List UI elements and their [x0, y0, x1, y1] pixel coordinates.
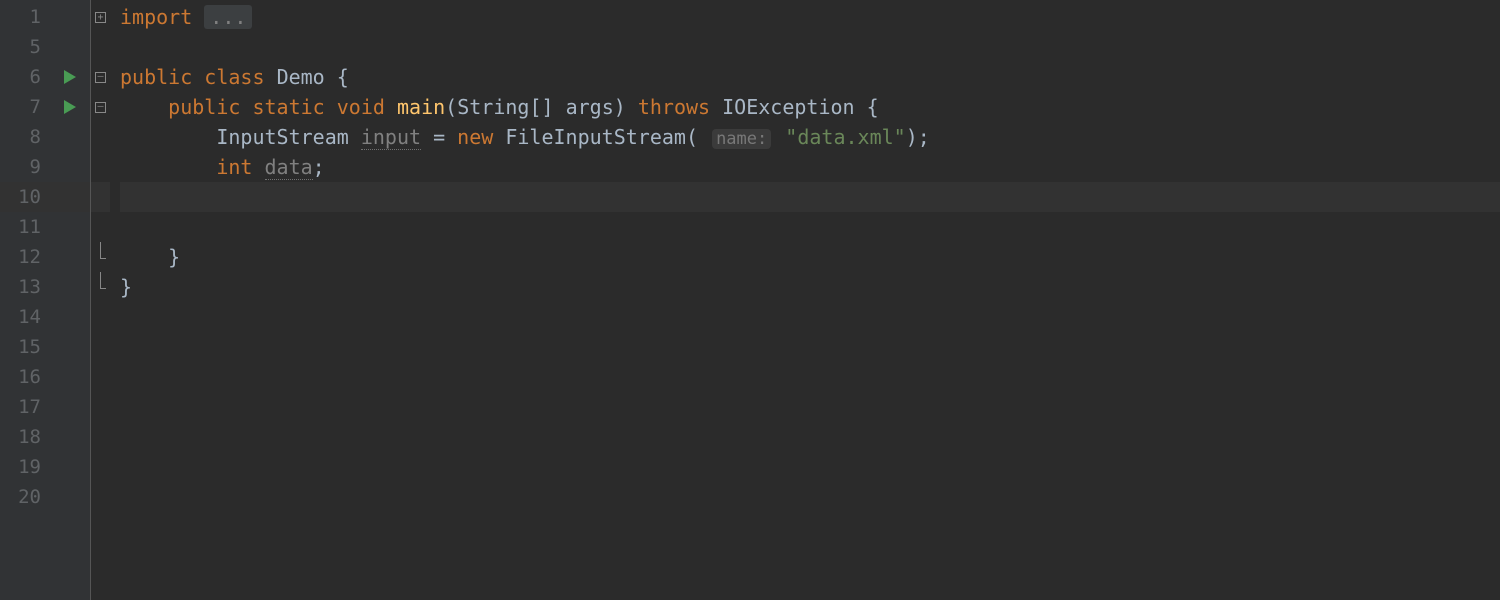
line-number-gutter: 1 5 6 7 8 9 10 11 12 13 14 15 16 17 18 1… — [0, 0, 55, 600]
equals: = — [421, 125, 457, 149]
paren: ( — [686, 125, 698, 149]
code-line[interactable]: import ... — [120, 2, 1500, 32]
method-name: main — [397, 95, 445, 119]
line-number: 6 — [0, 62, 55, 92]
paren: ); — [906, 125, 930, 149]
line-number: 14 — [0, 302, 55, 332]
keyword-class: class — [204, 65, 264, 89]
line-number: 8 — [0, 122, 55, 152]
code-editor[interactable]: 1 5 6 7 8 9 10 11 12 13 14 15 16 17 18 1… — [0, 0, 1500, 600]
fold-gutter — [90, 0, 110, 600]
fold-collapse-icon[interactable] — [95, 102, 106, 113]
variable-unused: input — [361, 125, 421, 150]
brace: } — [168, 245, 180, 269]
run-gutter — [55, 0, 90, 600]
params: String[] args — [457, 95, 614, 119]
variable-unused: data — [265, 155, 313, 180]
run-class-icon[interactable] — [64, 70, 76, 84]
code-line[interactable] — [120, 302, 1500, 332]
line-number: 10 — [0, 182, 55, 212]
keyword-public: public — [168, 95, 240, 119]
line-number: 20 — [0, 482, 55, 512]
line-number: 12 — [0, 242, 55, 272]
keyword-static: static — [252, 95, 324, 119]
code-line[interactable] — [120, 362, 1500, 392]
string-literal: "data.xml" — [785, 125, 905, 149]
code-area[interactable]: import ... public class Demo { public st… — [110, 0, 1500, 600]
exception-type: IOException — [722, 95, 854, 119]
keyword-throws: throws — [638, 95, 710, 119]
code-line[interactable] — [120, 212, 1500, 242]
fold-end-icon — [95, 252, 106, 263]
brace: { — [325, 65, 349, 89]
line-number: 16 — [0, 362, 55, 392]
code-line[interactable]: } — [120, 242, 1500, 272]
paren: ) — [614, 95, 626, 119]
line-number: 5 — [0, 32, 55, 62]
folded-region[interactable]: ... — [204, 5, 252, 29]
line-number: 9 — [0, 152, 55, 182]
line-number: 1 — [0, 2, 55, 32]
line-number: 15 — [0, 332, 55, 362]
keyword-int: int — [216, 155, 252, 179]
parameter-hint: name: — [712, 129, 771, 149]
keyword-import: import — [120, 5, 192, 29]
constructor: FileInputStream — [505, 125, 686, 149]
line-number: 11 — [0, 212, 55, 242]
fold-collapse-icon[interactable] — [95, 72, 106, 83]
code-line[interactable] — [120, 32, 1500, 62]
code-line[interactable]: public class Demo { — [120, 62, 1500, 92]
code-line[interactable] — [120, 482, 1500, 512]
line-number: 13 — [0, 272, 55, 302]
brace: } — [120, 275, 132, 299]
code-line[interactable]: InputStream input = new FileInputStream(… — [120, 122, 1500, 152]
code-line[interactable]: } — [120, 272, 1500, 302]
code-line[interactable]: int data; — [120, 152, 1500, 182]
line-number: 18 — [0, 422, 55, 452]
code-line[interactable] — [120, 332, 1500, 362]
fold-end-icon — [95, 282, 106, 293]
code-line[interactable]: public static void main(String[] args) t… — [120, 92, 1500, 122]
paren: ( — [445, 95, 457, 119]
keyword-new: new — [457, 125, 493, 149]
line-number: 17 — [0, 392, 55, 422]
keyword-void: void — [337, 95, 385, 119]
code-line-current[interactable] — [120, 182, 1500, 212]
code-line[interactable] — [120, 392, 1500, 422]
semicolon: ; — [313, 155, 325, 179]
code-line[interactable] — [120, 422, 1500, 452]
code-line[interactable] — [120, 452, 1500, 482]
type: InputStream — [216, 125, 348, 149]
line-number: 7 — [0, 92, 55, 122]
line-number: 19 — [0, 452, 55, 482]
run-main-icon[interactable] — [64, 100, 76, 114]
class-name: Demo — [277, 65, 325, 89]
brace: { — [855, 95, 879, 119]
fold-expand-icon[interactable] — [95, 12, 106, 23]
keyword-public: public — [120, 65, 192, 89]
